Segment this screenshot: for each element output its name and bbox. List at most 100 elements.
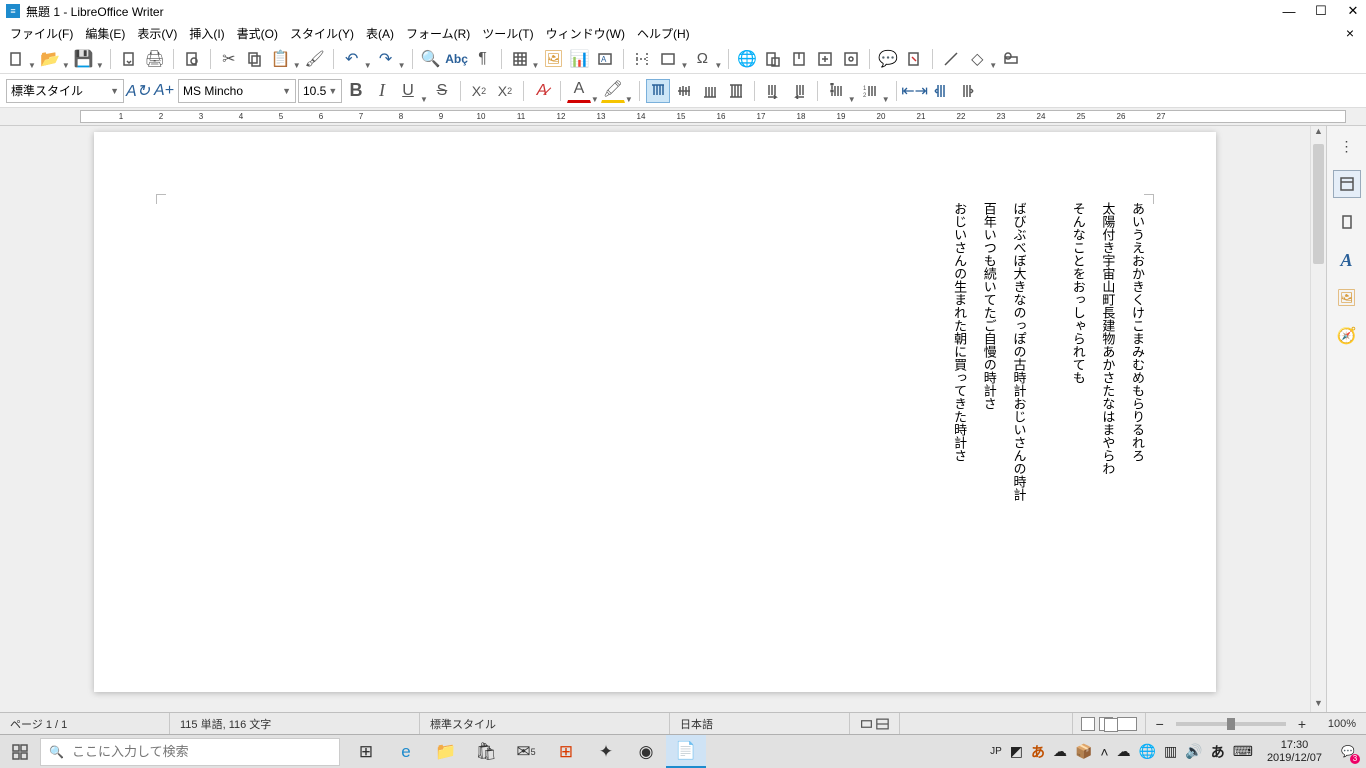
draw-functions-button[interactable] [999,47,1023,71]
increase-indent2-button[interactable] [955,79,979,103]
menu-help[interactable]: ヘルプ(H) [631,23,696,44]
close-button[interactable]: ✕ [1346,4,1360,18]
zoom-in-button[interactable]: + [1294,716,1310,732]
undo-dropdown[interactable]: ▼ [364,61,372,70]
increase-indent-button[interactable]: ⇤⇥ [903,79,927,103]
writer-taskbar-icon[interactable]: 📄 [666,735,706,768]
highlight-dropdown[interactable]: ▼ [625,95,633,104]
textbox-button[interactable]: A [593,47,617,71]
menu-style[interactable]: スタイル(Y) [284,23,360,44]
menu-form[interactable]: フォーム(R) [400,23,476,44]
start-button[interactable] [0,735,40,768]
tray-icon-2[interactable]: ☁ [1053,743,1067,760]
ime-pad-icon[interactable]: ⌨ [1233,743,1253,760]
cross-ref-button[interactable] [813,47,837,71]
sidebar-menu-icon[interactable]: ⋮ [1333,132,1361,160]
chart-button[interactable]: 📊 [567,47,591,71]
text-line[interactable]: そんなことをおっしゃられても [1071,202,1085,501]
menu-window[interactable]: ウィンドウ(W) [540,23,631,44]
strikethrough-button[interactable]: S [430,79,454,103]
sidebar-styles-icon[interactable]: A [1333,246,1361,274]
clear-format-button[interactable]: A̷ [530,79,554,103]
field-button[interactable] [656,47,680,71]
office-icon[interactable]: ⊞ [546,735,586,768]
new-style-button[interactable]: A+ [152,79,176,103]
chrome-icon[interactable]: ◉ [626,735,666,768]
print-preview-button[interactable] [180,47,204,71]
numbering-button[interactable]: 12 [858,79,882,103]
bullets-button[interactable] [824,79,848,103]
redo-dropdown[interactable]: ▼ [398,61,406,70]
shapes-dropdown[interactable]: ▼ [989,61,997,70]
align-justify-v-button[interactable] [724,79,748,103]
rtl-button[interactable] [787,79,811,103]
text-line[interactable]: 百年いつも続いてたご自慢の時計さ [982,202,996,501]
align-vcenter-button[interactable] [672,79,696,103]
scroll-up-icon[interactable]: ▲ [1311,126,1326,140]
status-word-count[interactable]: 115 単語, 116 文字 [170,713,420,734]
taskbar-search[interactable]: 🔍 [40,738,340,766]
undo-button[interactable]: ↶ [340,47,364,71]
open-button[interactable]: 📂 [38,47,62,71]
tray-icon-3[interactable]: 📦 [1075,743,1092,760]
underline-dropdown[interactable]: ▼ [420,95,428,104]
sidebar-gallery-icon[interactable]: 🖼 [1333,284,1361,312]
superscript-button[interactable]: X2 [467,79,491,103]
text-line[interactable]: おじいさんの生まれた朝に買ってきた時計さ [953,202,967,501]
hyperlink-button[interactable]: 🌐 [735,47,759,71]
menu-view[interactable]: 表示(V) [131,23,183,44]
basic-shapes-button[interactable]: ◇ [965,47,989,71]
open-dropdown[interactable]: ▼ [62,61,70,70]
comment-button[interactable]: 💬 [876,47,900,71]
ime-lang-indicator[interactable]: JP [990,746,1002,757]
text-line[interactable]: あいうえおかきくけこまみむめもらりるれろ [1130,202,1144,501]
ltr-button[interactable] [761,79,785,103]
close-document-button[interactable]: × [1338,25,1362,41]
new-dropdown[interactable]: ▼ [28,61,36,70]
save-button[interactable]: 💾 [72,47,96,71]
store-icon[interactable]: 🛍 [466,735,506,768]
font-color-dropdown[interactable]: ▼ [591,95,599,104]
special-char-button[interactable]: Ω [690,47,714,71]
field-dropdown[interactable]: ▼ [680,61,688,70]
table-dropdown[interactable]: ▼ [532,61,540,70]
paste-dropdown[interactable]: ▼ [293,61,301,70]
copy-button[interactable] [243,47,267,71]
find-replace-button[interactable]: 🔍 [419,47,443,71]
horizontal-ruler[interactable]: 1234567891011121314151617181920212223242… [80,110,1346,123]
scroll-thumb[interactable] [1313,144,1324,264]
cross-ref2-button[interactable] [839,47,863,71]
redo-button[interactable]: ↷ [374,47,398,71]
line-button[interactable] [939,47,963,71]
scroll-down-icon[interactable]: ▼ [1311,698,1326,712]
image-button[interactable]: 🖼 [541,47,565,71]
underline-button[interactable]: U [396,79,420,103]
minimize-button[interactable]: — [1282,4,1296,18]
align-bottom-button[interactable] [698,79,722,103]
sidebar-navigator-icon[interactable]: 🧭 [1333,322,1361,350]
task-view-icon[interactable]: ⊞ [346,735,386,768]
clone-format-button[interactable]: 🖌 [303,47,327,71]
page-break-button[interactable] [630,47,654,71]
bookmark-button[interactable] [787,47,811,71]
status-page[interactable]: ページ 1 / 1 [0,713,170,734]
track-changes-button[interactable] [902,47,926,71]
search-input[interactable] [72,744,331,759]
bullets-dropdown[interactable]: ▼ [848,95,856,104]
table-button[interactable] [508,47,532,71]
zoom-slider[interactable] [1176,722,1286,726]
tray-expand-icon[interactable]: ˄ [1100,744,1108,760]
document-text[interactable]: あいうえおかきくけこまみむめもらりるれろ太陽付き宇宙山町長建物あかさたなはまやら… [953,202,1144,501]
subscript-button[interactable]: X2 [493,79,517,103]
status-insert-mode[interactable] [850,713,900,734]
edge-icon[interactable]: e [386,735,426,768]
explorer-icon[interactable]: 📁 [426,735,466,768]
formatting-marks-button[interactable]: ¶ [471,47,495,71]
network-icon[interactable]: 🌐 [1139,743,1156,760]
menu-file[interactable]: ファイル(F) [4,23,79,44]
decrease-indent-button[interactable] [929,79,953,103]
ime-a-icon[interactable]: あ [1211,742,1225,762]
tray-icon-1[interactable]: ◩ [1010,743,1023,760]
status-page-style[interactable]: 標準スタイル [420,713,670,734]
taskbar-clock[interactable]: 17:30 2019/12/07 [1261,739,1328,763]
